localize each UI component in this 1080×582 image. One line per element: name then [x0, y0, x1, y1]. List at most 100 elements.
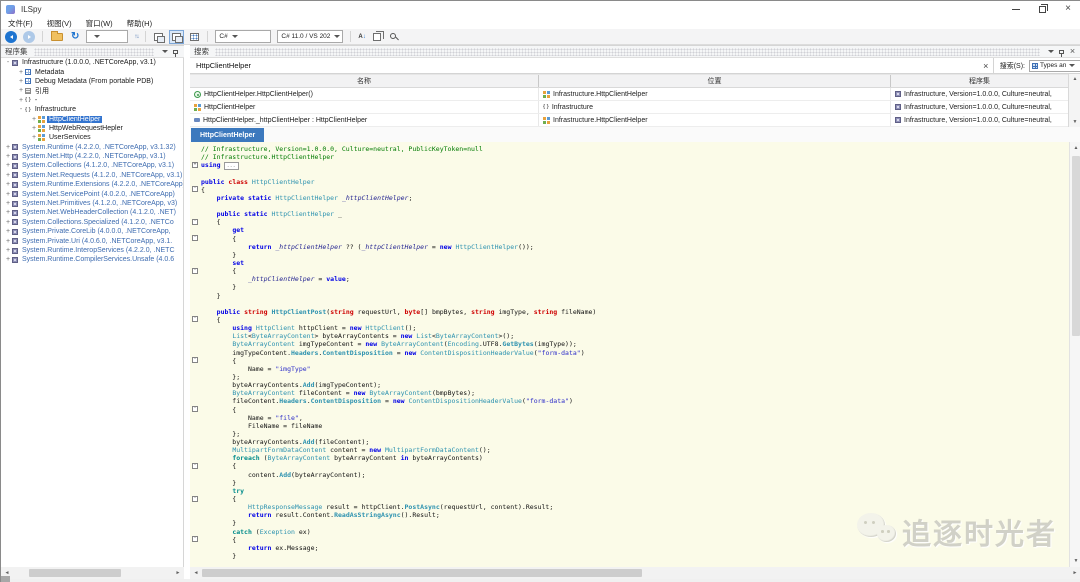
full-decompilation-button[interactable]	[190, 33, 199, 41]
expand-icon[interactable]: +	[4, 162, 12, 169]
toggle-panel-button[interactable]	[169, 30, 184, 44]
expand-icon[interactable]: +	[17, 78, 25, 85]
tree-item[interactable]: +System.Runtime.Extensions (4.2.2.0, .NE…	[1, 180, 183, 189]
scroll-down-icon[interactable]: ▼	[1069, 117, 1080, 127]
fold-collapse-icon[interactable]: -	[192, 235, 198, 241]
code-vertical-scrollbar[interactable]: ▲ ▼	[1069, 142, 1080, 567]
expand-icon[interactable]: +	[30, 116, 38, 123]
expand-icon[interactable]: +	[4, 153, 12, 160]
tree-item[interactable]: +System.Private.CoreLib (4.0.0.0, .NETCo…	[1, 227, 183, 236]
tree-item[interactable]: +Debug Metadata (From portable PDB)	[1, 77, 183, 86]
cascade-windows-button[interactable]	[154, 33, 163, 41]
menu-item[interactable]: 视图(V)	[40, 18, 79, 29]
open-file-button[interactable]	[51, 33, 63, 41]
tree-item[interactable]: +HttpClientHelper	[1, 114, 183, 123]
pin-panel-button[interactable]	[1056, 46, 1067, 57]
language-combo[interactable]: C#	[215, 30, 271, 43]
tree-item[interactable]: +{ }-	[1, 96, 183, 105]
column-header-name[interactable]: 名称	[190, 75, 539, 87]
back-button[interactable]	[5, 31, 17, 43]
expand-icon[interactable]: +	[4, 219, 12, 226]
fold-collapse-icon[interactable]: -	[192, 406, 198, 412]
code-editor[interactable]: // Infrastructure, Version=1.0.0.0, Cult…	[190, 142, 1069, 567]
results-vertical-scrollbar[interactable]: ▲ ▼	[1068, 74, 1080, 127]
refresh-button[interactable]: ↻	[71, 32, 79, 42]
scroll-down-icon[interactable]: ▼	[1070, 555, 1080, 567]
tree-item[interactable]: +System.Runtime.InteropServices (4.2.2.0…	[1, 246, 183, 255]
tree-item[interactable]: +System.Net.ServicePoint (4.0.2.0, .NETC…	[1, 189, 183, 198]
search-input[interactable]: HttpClientHelper	[190, 61, 979, 70]
fold-collapse-icon[interactable]: -	[192, 316, 198, 322]
expand-icon[interactable]: +	[4, 238, 12, 245]
fold-collapse-icon[interactable]: -	[192, 268, 198, 274]
expand-icon[interactable]: +	[4, 256, 12, 263]
menu-item[interactable]: 窗口(W)	[79, 18, 120, 29]
expand-icon[interactable]: +	[17, 97, 25, 104]
expand-icon[interactable]: +	[4, 181, 12, 188]
resize-grip[interactable]	[1, 576, 10, 582]
navigation-combo[interactable]	[86, 30, 128, 43]
language-version-combo[interactable]: C# 11.0 / VS 202	[277, 30, 343, 43]
tree-item[interactable]: +System.Net.Primitives (4.1.2.0, .NETCor…	[1, 199, 183, 208]
scrollbar-track[interactable]	[202, 567, 1069, 579]
result-row[interactable]: HttpClientHelper.HttpClientHelper()Infra…	[190, 88, 1068, 101]
tree-item[interactable]: +HttpWebRequestHepler	[1, 124, 183, 133]
expand-icon[interactable]: +	[17, 69, 25, 76]
scroll-left-icon[interactable]: ◄	[190, 567, 202, 579]
expand-icon[interactable]: +	[4, 247, 12, 254]
collapse-icon[interactable]: -	[17, 106, 25, 113]
scrollbar-track[interactable]	[13, 567, 172, 579]
minimize-button[interactable]	[1003, 1, 1029, 17]
fold-collapse-icon[interactable]: -	[192, 496, 198, 502]
expand-icon[interactable]: +	[4, 200, 12, 207]
expand-icon[interactable]: +	[4, 209, 12, 216]
expand-icon[interactable]: +	[4, 172, 12, 179]
scroll-right-icon[interactable]: ►	[1069, 567, 1080, 579]
sort-az-button[interactable]: A↓	[358, 34, 365, 40]
fold-collapse-icon[interactable]: -	[192, 463, 198, 469]
fold-collapse-icon[interactable]: -	[192, 219, 198, 225]
panel-menu-button[interactable]	[159, 46, 170, 57]
compare-button[interactable]	[373, 33, 381, 41]
expand-icon[interactable]: +	[30, 125, 38, 132]
restore-button[interactable]	[1029, 1, 1055, 17]
search-mode-combo[interactable]: Types an	[1029, 60, 1080, 72]
clear-search-button[interactable]: ×	[979, 61, 993, 71]
tree-item[interactable]: +UserServices	[1, 133, 183, 142]
scrollbar-thumb[interactable]	[1072, 156, 1080, 336]
search-button[interactable]	[390, 33, 396, 39]
tab-httpclienthelper[interactable]: HttpClientHelper	[191, 128, 264, 142]
panel-menu-button[interactable]	[1045, 46, 1056, 57]
expand-icon[interactable]: +	[4, 191, 12, 198]
collapsed-region[interactable]: ...	[224, 162, 239, 170]
menu-item[interactable]: 文件(F)	[1, 18, 40, 29]
result-row[interactable]: HttpClientHelper{ }InfrastructureInfrast…	[190, 101, 1068, 114]
column-header-location[interactable]: 位置	[539, 75, 891, 87]
close-button[interactable]: ×	[1055, 1, 1080, 17]
fold-expand-icon[interactable]: +	[192, 162, 198, 168]
sort-assemblies-button[interactable]: ↑↓	[134, 34, 138, 40]
scrollbar-thumb[interactable]	[202, 569, 642, 577]
result-row[interactable]: HttpClientHelper._httpClientHelper : Htt…	[190, 114, 1068, 127]
fold-collapse-icon[interactable]: -	[192, 536, 198, 542]
expand-icon[interactable]: +	[17, 87, 25, 94]
tree-item[interactable]: +System.Net.Http (4.2.2.0, .NETCoreApp, …	[1, 152, 183, 161]
tree-item[interactable]: +System.Net.Requests (4.1.2.0, .NETCoreA…	[1, 171, 183, 180]
scroll-up-icon[interactable]: ▲	[1069, 74, 1080, 84]
tree-item[interactable]: +System.Net.WebHeaderCollection (4.1.2.0…	[1, 208, 183, 217]
tree-item[interactable]: -Infrastructure (1.0.0.0, .NETCoreApp, v…	[1, 58, 183, 67]
tree-item[interactable]: +System.Collections (4.1.2.0, .NETCoreAp…	[1, 161, 183, 170]
tree-horizontal-scrollbar[interactable]: ◄ ►	[1, 567, 184, 579]
tree-item[interactable]: +System.Runtime (4.2.2.0, .NETCoreApp, v…	[1, 143, 183, 152]
scrollbar-thumb[interactable]	[29, 569, 121, 577]
expand-icon[interactable]: +	[30, 134, 38, 141]
tree-item[interactable]: +System.Private.Uri (4.0.6.0, .NETCoreAp…	[1, 236, 183, 245]
pin-panel-button[interactable]	[170, 46, 181, 57]
scroll-up-icon[interactable]: ▲	[1070, 142, 1080, 154]
tree-item[interactable]: +System.Runtime.CompilerServices.Unsafe …	[1, 255, 183, 264]
column-header-assembly[interactable]: 程序集	[891, 75, 1068, 87]
tree-item[interactable]: -{ }Infrastructure	[1, 105, 183, 114]
code-horizontal-scrollbar[interactable]: ◄ ►	[190, 567, 1080, 579]
collapse-icon[interactable]: -	[4, 59, 12, 66]
tree-item[interactable]: +Metadata	[1, 67, 183, 76]
